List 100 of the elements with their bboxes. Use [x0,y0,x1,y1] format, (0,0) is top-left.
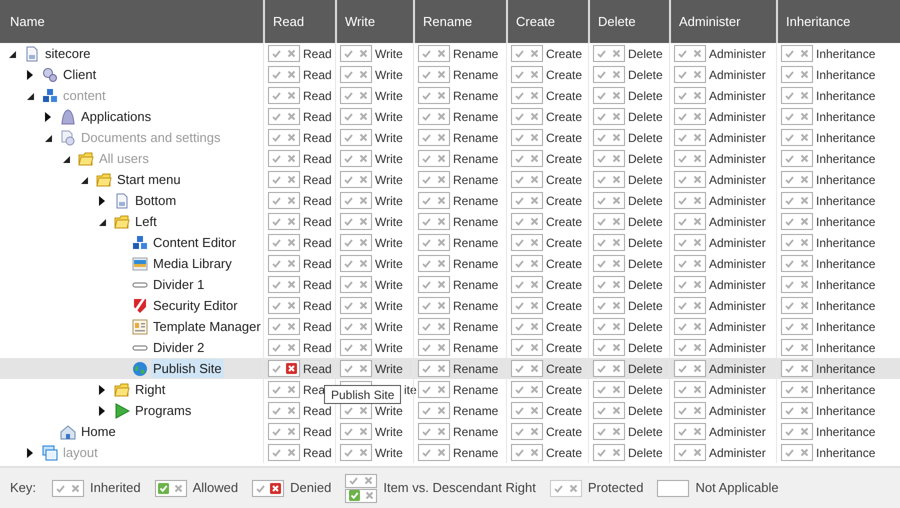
permission-label: Rename [453,88,498,104]
tree-item[interactable]: Security Editor [151,296,240,315]
key-item-label: Item vs. Descendant Right [383,479,536,498]
permission-label: Rename [453,256,498,272]
permission-label: Rename [453,108,498,126]
key-item-label: Not Applicable [695,479,779,498]
permission-label: Create [546,382,582,398]
column-header[interactable]: Inheritance [786,12,850,32]
permission-label: Write [375,402,403,420]
permission-label: Write [375,234,403,252]
permission-label: Create [546,402,582,420]
permission-label: Inheritance [816,360,876,378]
tree-item[interactable]: Content Editor [151,233,238,252]
column-header[interactable]: Read [273,12,304,32]
permission-label: Read [303,360,332,378]
permission-label: Write [375,256,403,272]
permission-label: Delete [628,108,663,126]
permission-label: Rename [453,382,498,398]
permission-label: Delete [628,256,663,272]
permission-label: Delete [628,192,663,210]
permission-label: Delete [628,340,663,356]
permission-label: Create [546,46,582,62]
tree-item[interactable]: sitecore [43,44,93,63]
permission-label: Inheritance [816,340,876,356]
permission-label: Delete [628,382,663,398]
permission-label: Read [303,318,332,336]
tree-item[interactable]: Publish Site [151,359,224,378]
permission-label: Read [303,108,332,126]
permission-label: Administer [709,444,766,462]
tree-item[interactable]: Divider 1 [151,275,206,294]
permission-label: Administer [709,382,766,398]
permission-label: Rename [453,234,498,252]
tree-item[interactable]: Programs [133,401,194,420]
permission-label: Rename [453,360,498,378]
column-header[interactable]: Write [345,12,376,32]
permission-label: Administer [709,318,766,336]
tree-item[interactable]: Bottom [133,191,178,210]
column-header[interactable]: Delete [598,12,636,32]
permission-label: Read [303,130,332,146]
permission-label: Administer [709,150,766,168]
permission-label: Delete [628,66,663,84]
tree-item[interactable]: Left [133,212,159,231]
permission-label: Inheritance [816,66,876,84]
permission-label: Read [303,46,332,62]
permission-label: Inheritance [816,424,876,440]
permission-label: Administer [709,360,766,378]
permission-label: Inheritance [816,256,876,272]
permission-label: Create [546,150,582,168]
tree-item[interactable]: Media Library [151,254,234,273]
permission-label: Write [375,276,403,294]
permission-label: Delete [628,402,663,420]
permission-label: Create [546,256,582,272]
permission-label: Administer [709,424,766,440]
permission-label: Read [303,214,332,230]
permission-label: Read [303,444,332,462]
permission-label: Write [375,444,403,462]
column-header[interactable]: Rename [423,12,472,32]
permission-label: Inheritance [816,192,876,210]
tree-item[interactable]: Start menu [115,170,183,189]
permission-label: Administer [709,298,766,314]
permission-label: Create [546,424,582,440]
permission-label: Inheritance [816,88,876,104]
permission-label: Rename [453,46,498,62]
permission-label: Write [375,318,403,336]
permission-label: Inheritance [816,150,876,168]
column-header[interactable]: Administer [679,12,740,32]
permission-label: Create [546,340,582,356]
key-item-label: Inherited [90,479,141,498]
permission-label: Write [375,46,403,62]
key-item-label: Allowed [192,479,238,498]
permission-label: Write [375,108,403,126]
permission-label: Read [303,192,332,210]
permission-label: Read [303,298,332,314]
permission-label: Inheritance [816,318,876,336]
permission-label: Read [303,340,332,356]
column-header[interactable]: Create [516,12,556,32]
tree-item[interactable]: Applications [79,107,154,126]
tree-item[interactable]: Right [133,380,168,399]
permission-label: Read [303,172,332,188]
permission-label: Administer [709,46,766,62]
tree-item[interactable]: Divider 2 [151,338,206,357]
permission-label: Administer [709,172,766,188]
key-item-label: Denied [290,479,332,498]
permission-label: Write [375,192,403,210]
permission-label: Rename [453,402,498,420]
permission-label: Read [303,402,332,420]
permission-label: Delete [628,130,663,146]
tree-item[interactable]: Home [79,422,118,441]
permission-label: Create [546,192,582,210]
permission-label: Create [546,234,582,252]
permission-label: Administer [709,66,766,84]
tree-item[interactable]: Client [61,65,98,84]
permission-label: Write [375,298,403,314]
permission-label: Create [546,214,582,230]
tree-item[interactable]: Template Manager [151,317,263,336]
permission-label: Inheritance [816,214,876,230]
column-header[interactable]: Name [10,12,45,32]
permission-label: Administer [709,234,766,252]
permission-label: Rename [453,130,498,146]
permission-label: Create [546,298,582,314]
